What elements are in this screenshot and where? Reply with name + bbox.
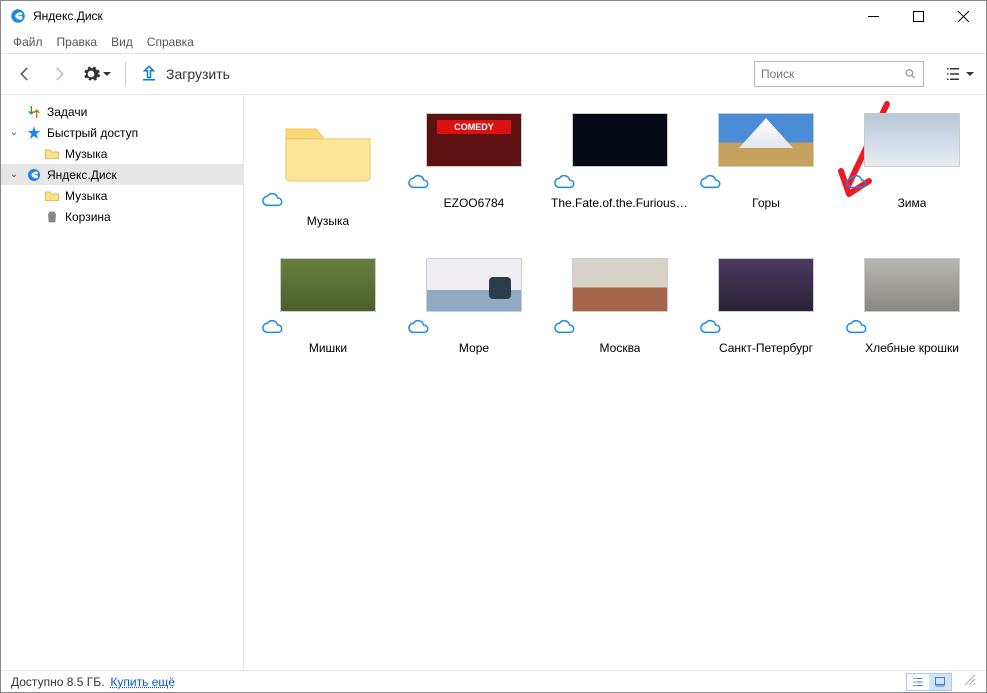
file-item[interactable]: Зима	[842, 113, 982, 228]
file-name: Хлебные крошки	[865, 341, 959, 355]
settings-button[interactable]	[81, 64, 111, 84]
sidebar-item-music-qa[interactable]: Музыка	[1, 143, 243, 164]
cloud-icon	[846, 318, 868, 337]
file-name: Музыка	[307, 214, 349, 228]
close-button[interactable]	[941, 1, 986, 31]
file-item[interactable]: Мишки	[258, 258, 398, 355]
file-name: EZOO6784	[444, 196, 505, 210]
thumbnail	[572, 258, 668, 312]
toolbar-divider	[125, 62, 126, 86]
view-icons-button[interactable]	[929, 674, 951, 690]
sidebar-label-music-yd: Музыка	[65, 189, 107, 203]
cloud-icon	[262, 191, 284, 210]
sidebar: Задачи ⌄ Быстрый доступ Музыка ⌄ Яндекс.…	[1, 95, 244, 670]
chevron-down-icon	[103, 70, 111, 78]
menu-file[interactable]: Файл	[13, 35, 43, 49]
sidebar-item-yandex-disk[interactable]: ⌄ Яндекс.Диск	[1, 164, 243, 185]
menu-edit[interactable]: Правка	[57, 35, 98, 49]
yandex-disk-icon	[25, 166, 43, 184]
toolbar: Загрузить	[1, 53, 986, 95]
thumbnail	[864, 258, 960, 312]
trash-icon	[43, 208, 61, 226]
thumbnail	[280, 258, 376, 312]
sidebar-item-quick-access[interactable]: ⌄ Быстрый доступ	[1, 122, 243, 143]
sidebar-label-music-qa: Музыка	[65, 147, 107, 161]
file-item[interactable]: Хлебные крошки	[842, 258, 982, 355]
upload-button[interactable]: Загрузить	[140, 64, 230, 85]
cloud-icon	[408, 318, 430, 337]
thumbnail: COMEDY	[426, 113, 522, 167]
menubar: Файл Правка Вид Справка	[1, 31, 986, 53]
minimize-button[interactable]	[851, 1, 896, 31]
search-input[interactable]	[761, 67, 904, 81]
chevron-down-icon	[966, 70, 974, 78]
file-grid: Музыка COMEDY EZOO6784 The.Fate.of.the.Furi…	[244, 95, 986, 670]
thumbnail	[718, 113, 814, 167]
file-name: Зима	[898, 196, 927, 210]
cloud-icon	[846, 173, 868, 192]
tasks-icon	[25, 103, 43, 121]
view-toggle	[906, 673, 952, 691]
buy-more-link[interactable]: Купить ещё	[110, 675, 175, 689]
file-name: Москва	[600, 341, 641, 355]
sidebar-label-yandex-disk: Яндекс.Диск	[47, 168, 117, 182]
status-bar: Доступно 8.5 ГБ. Купить ещё	[1, 670, 986, 692]
resize-grip[interactable]	[964, 674, 976, 689]
maximize-button[interactable]	[896, 1, 941, 31]
caret-icon[interactable]: ⌄	[7, 169, 21, 180]
cloud-icon	[554, 318, 576, 337]
thumbnail	[426, 258, 522, 312]
upload-label: Загрузить	[166, 66, 230, 82]
menu-help[interactable]: Справка	[147, 35, 194, 49]
cloud-icon	[408, 173, 430, 192]
upload-icon	[140, 64, 158, 85]
sidebar-label-quick-access: Быстрый доступ	[47, 126, 138, 140]
back-button[interactable]	[13, 62, 37, 86]
app-icon	[9, 7, 27, 25]
folder-icon	[280, 113, 376, 185]
sidebar-item-tasks[interactable]: Задачи	[1, 101, 243, 122]
file-name: Санкт-Петербург	[719, 341, 813, 355]
sidebar-item-trash[interactable]: Корзина	[1, 206, 243, 227]
view-list-button[interactable]	[907, 674, 929, 690]
list-icon	[944, 65, 962, 83]
file-item[interactable]: COMEDY EZOO6784	[404, 113, 544, 228]
file-item[interactable]: Москва	[550, 258, 690, 355]
file-name: Море	[459, 341, 489, 355]
sidebar-item-music-yd[interactable]: Музыка	[1, 185, 243, 206]
forward-button[interactable]	[47, 62, 71, 86]
sidebar-label-trash: Корзина	[65, 210, 111, 224]
folder-icon	[43, 187, 61, 205]
cloud-icon	[700, 173, 722, 192]
file-name: The.Fate.of.the.Furious.2...	[551, 196, 689, 210]
cloud-icon	[554, 173, 576, 192]
cloud-icon	[262, 318, 284, 337]
thumbnail	[864, 113, 960, 167]
status-available: Доступно 8.5 ГБ.	[11, 675, 104, 689]
file-name: Горы	[752, 196, 780, 210]
folder-icon	[43, 145, 61, 163]
menu-view[interactable]: Вид	[111, 35, 133, 49]
thumbnail	[572, 113, 668, 167]
file-item[interactable]: Санкт-Петербург	[696, 258, 836, 355]
search-icon	[904, 67, 917, 81]
file-item[interactable]: The.Fate.of.the.Furious.2...	[550, 113, 690, 228]
search-box[interactable]	[754, 61, 924, 87]
file-item[interactable]: Горы	[696, 113, 836, 228]
thumbnail	[718, 258, 814, 312]
titlebar: Яндекс.Диск	[1, 1, 986, 31]
sidebar-label-tasks: Задачи	[47, 105, 87, 119]
window-title: Яндекс.Диск	[33, 9, 103, 23]
caret-icon[interactable]: ⌄	[7, 127, 21, 138]
cloud-icon	[700, 318, 722, 337]
file-name: Мишки	[309, 341, 347, 355]
file-item[interactable]: Музыка	[258, 113, 398, 228]
star-icon	[25, 124, 43, 142]
view-mode-button[interactable]	[944, 65, 974, 83]
file-item[interactable]: Море	[404, 258, 544, 355]
